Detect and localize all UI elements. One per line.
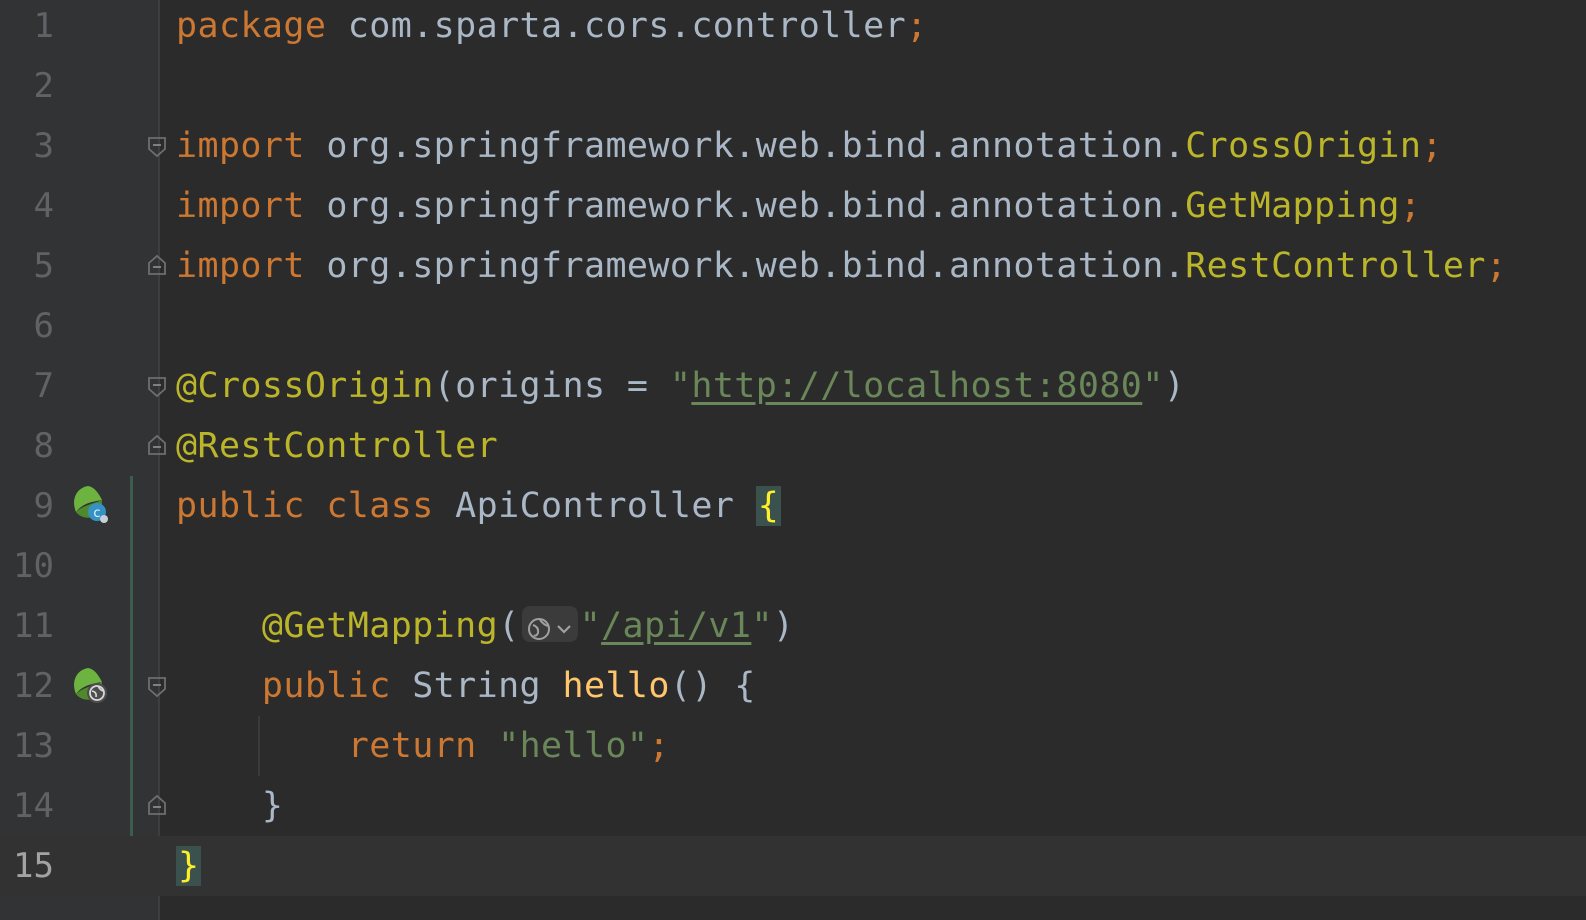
quote-token: " [579,606,602,646]
code-line[interactable]: 2 [0,56,1586,116]
chevron-down-icon [556,625,571,634]
line-code[interactable]: } [176,776,283,836]
fold-end-icon[interactable] [146,254,168,276]
line-code[interactable]: public class ApiController { [176,476,782,536]
code-line[interactable]: 7 @CrossOrigin(origins = "http://localho… [0,356,1586,416]
line-number: 7 [33,366,54,406]
line-code[interactable]: package com.sparta.cors.controller; [176,0,928,56]
semicolon-token: ; [906,6,928,46]
code-line[interactable]: 13 return "hello"; [0,716,1586,776]
class-name-token: CrossOrigin [1185,126,1422,166]
line-number: 8 [33,426,54,466]
fold-start-icon[interactable] [146,136,168,158]
string-token: "hello" [498,726,649,766]
brace-token: } [176,786,284,826]
line-number: 5 [33,246,54,286]
package-name-token: org.springframework.web.bind.annotation. [304,186,1186,226]
svg-text:c: c [93,506,100,521]
line-number: 6 [33,306,54,346]
line-number: 10 [13,546,54,586]
class-name-token: RestController [1185,246,1486,286]
globe-icon [527,618,571,640]
semicolon-token: ; [1485,246,1508,286]
fold-start-icon[interactable] [146,676,168,698]
keyword-token: return [176,726,477,766]
keyword-token: public [176,666,391,706]
url-link[interactable]: http://localhost:8080 [691,366,1142,406]
fold-end-icon[interactable] [146,794,168,816]
line-code[interactable]: import org.springframework.web.bind.anno… [176,116,1443,176]
matched-brace: { [755,486,782,526]
code-line[interactable]: 9 c public class ApiController { [0,476,1586,536]
type-token: String [390,666,563,706]
line-number: 2 [33,66,54,106]
code-line[interactable]: 11 @GetMapping( "/api/v1") [0,596,1586,656]
package-name-token: com.sparta.cors.controller [326,6,907,46]
line-code[interactable]: return "hello"; [176,716,670,776]
line-code[interactable]: @RestController [176,416,498,476]
annotation-token: @RestController [176,426,499,466]
line-code[interactable]: @CrossOrigin(origins = "http://localhost… [176,356,1185,416]
code-line-current[interactable]: 15 } [0,836,1586,896]
line-code[interactable]: import org.springframework.web.bind.anno… [176,176,1421,236]
keyword-token: package [176,6,327,46]
fold-start-icon[interactable] [146,376,168,398]
code-editor[interactable]: 1 package com.sparta.cors.controller; 2 … [0,0,1586,920]
semicolon-token: ; [1421,126,1443,166]
line-number: 13 [13,726,54,766]
paren-token: ) [1163,366,1186,406]
code-line[interactable]: 4 import org.springframework.web.bind.an… [0,176,1586,236]
code-line[interactable]: 8 @RestController [0,416,1586,476]
line-code[interactable]: @GetMapping( "/api/v1") [176,596,794,656]
fold-end-icon[interactable] [146,434,168,456]
url-link[interactable]: /api/v1 [601,606,751,646]
spring-bean-icon[interactable]: c [68,482,112,526]
line-number: 15 [13,846,54,886]
line-number: 12 [13,666,54,706]
annotation-token: @CrossOrigin [176,366,434,406]
spring-endpoint-icon[interactable] [68,664,112,708]
keyword-token: import [176,246,305,286]
line-code[interactable]: import org.springframework.web.bind.anno… [176,236,1507,296]
semicolon-token: ; [1399,186,1422,226]
endpoint-inlay-hint[interactable] [521,606,578,642]
paren-token: ( [498,606,520,646]
line-number: 3 [33,126,54,166]
method-name-token: hello [562,666,670,706]
quote-token: " [751,606,773,646]
code-line[interactable]: 1 package com.sparta.cors.controller; [0,0,1586,56]
code-line[interactable]: 5 import org.springframework.web.bind.an… [0,236,1586,296]
line-number: 9 [33,486,54,526]
class-name-token: GetMapping [1185,186,1400,226]
line-number: 4 [33,186,54,226]
line-number: 14 [13,786,54,826]
semicolon-token: ; [648,726,670,766]
line-number: 11 [13,606,54,646]
keyword-token: import [176,126,305,166]
code-line[interactable]: 6 [0,296,1586,356]
quote-token: " [1142,366,1164,406]
paren-token: ) [772,606,795,646]
line-code[interactable]: } [176,836,202,896]
parameter-token: (origins = [433,366,670,406]
package-name-token: org.springframework.web.bind.annotation. [304,246,1186,286]
quote-token: " [669,366,692,406]
keyword-token: import [176,186,305,226]
line-number: 1 [33,6,54,46]
annotation-token: @GetMapping [176,606,499,646]
code-line[interactable]: 14 } [0,776,1586,836]
code-line[interactable]: 10 [0,536,1586,596]
code-line[interactable]: 3 import org.springframework.web.bind.an… [0,116,1586,176]
keyword-token: class [326,486,434,526]
keyword-token: public [176,486,305,526]
paren-token: () { [669,666,756,706]
code-line[interactable]: 12 public String hello() { [0,656,1586,716]
package-name-token: org.springframework.web.bind.annotation. [304,126,1186,166]
matched-brace: } [176,846,202,886]
class-name-token: ApiController [433,486,756,526]
line-code[interactable]: public String hello() { [176,656,756,716]
